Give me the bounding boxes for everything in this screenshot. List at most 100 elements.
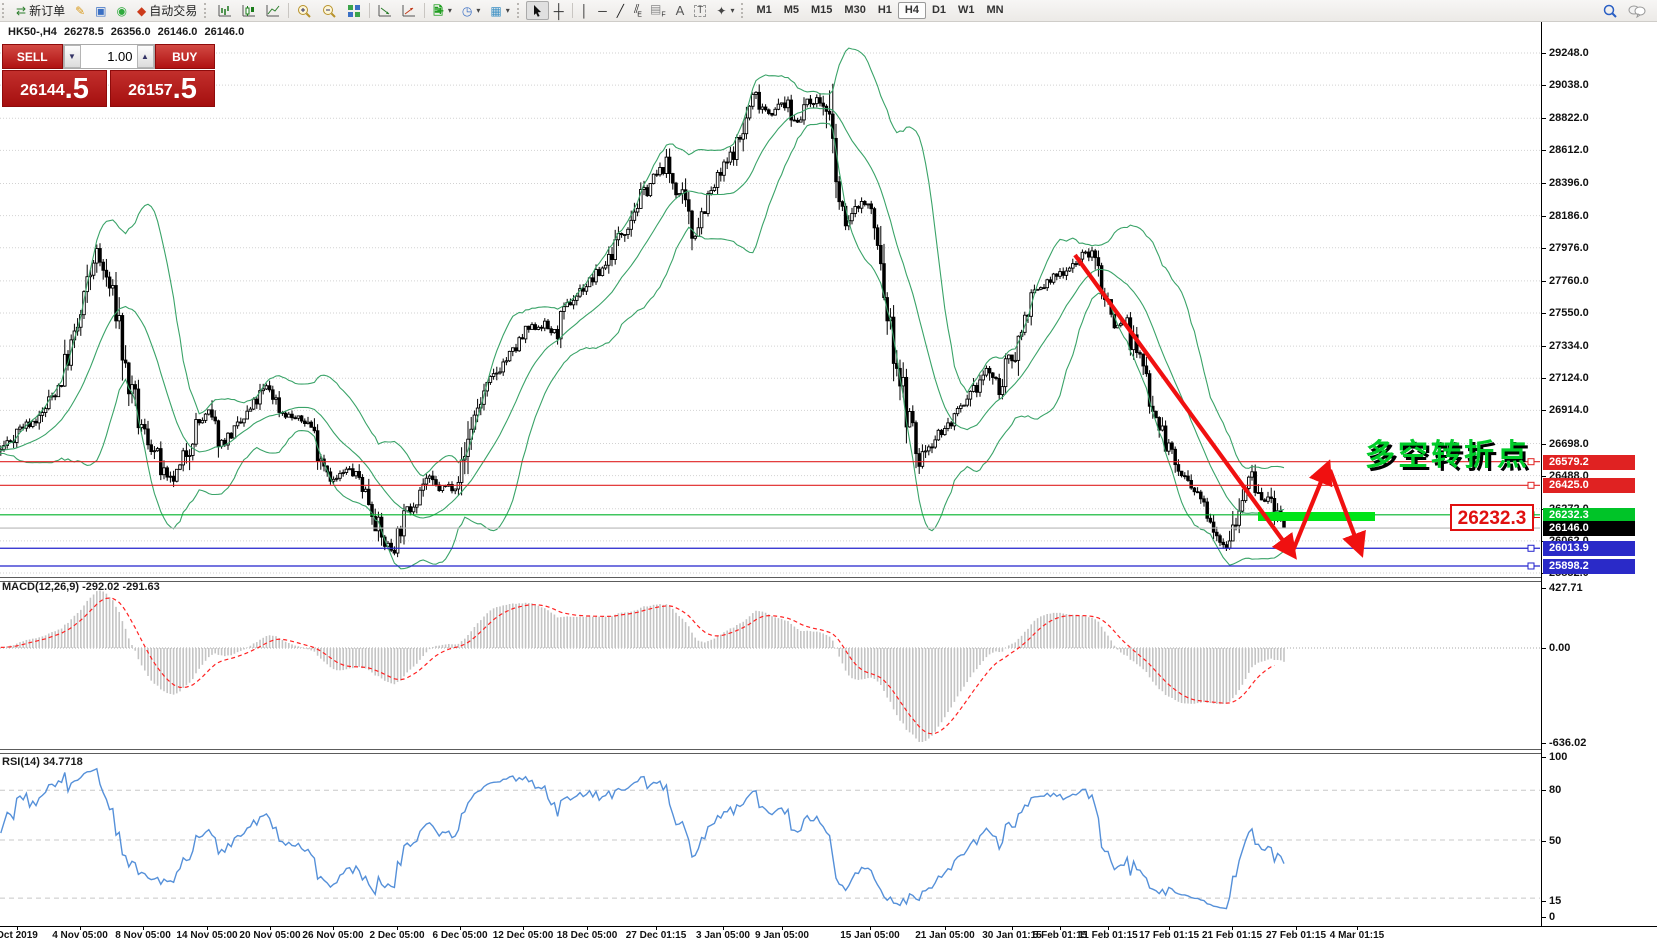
green-trend-bar[interactable]	[1258, 512, 1375, 521]
rsi-scale-tickmark	[1541, 917, 1546, 918]
price-tickmark	[1541, 248, 1546, 249]
candlestick-button[interactable]	[237, 1, 261, 20]
turning-point-annotation[interactable]: 多空转折点	[1365, 439, 1530, 472]
timeframe-m30[interactable]: M30	[838, 2, 871, 19]
time-tick-label: 15 Jan 05:00	[840, 930, 900, 941]
price-tickmark	[1541, 183, 1546, 184]
timeframe-mn[interactable]: MN	[981, 2, 1010, 19]
volume-input[interactable]	[81, 45, 137, 68]
zoom-out-button[interactable]	[317, 1, 342, 20]
profiles-button[interactable]: ▣	[90, 1, 111, 20]
price-tick-label: 27550.0	[1549, 307, 1589, 319]
chevron-down-icon: ▾	[730, 6, 734, 15]
volume-decrease-button[interactable]: ▼	[64, 45, 81, 68]
broadcast-button[interactable]: ◉	[111, 1, 131, 20]
chevron-down-icon: ▾	[506, 6, 510, 15]
rsi-line	[1, 769, 1284, 909]
sell-button[interactable]: SELL	[2, 44, 63, 69]
panel-separator[interactable]	[0, 749, 1541, 754]
price-tickmark	[1541, 378, 1546, 379]
price-tickmark	[1541, 118, 1546, 119]
rsi-scale-label: 80	[1549, 784, 1561, 796]
timeframe-m15[interactable]: M15	[805, 2, 838, 19]
timeframe-d1[interactable]: D1	[926, 2, 952, 19]
price-tick-label: 28612.0	[1549, 144, 1589, 156]
price-tickmark	[1541, 313, 1546, 314]
timeframe-w1[interactable]: W1	[952, 2, 981, 19]
bar-chart-icon	[218, 4, 232, 17]
trendline-button[interactable]: ╱	[612, 1, 629, 20]
crosshair-button[interactable]: ┼	[549, 1, 569, 20]
search-button[interactable]	[1598, 1, 1623, 20]
bar-chart-button[interactable]	[213, 1, 237, 20]
price-tick-label: 29038.0	[1549, 79, 1589, 91]
autotrade-button[interactable]: ◆ 自动交易	[132, 1, 202, 20]
autotrade-icon: ◆	[137, 5, 146, 17]
buy-button[interactable]: BUY	[155, 44, 216, 69]
price-chart[interactable]: 多空转折点多空转折点26232.3	[0, 22, 1657, 578]
search-icon	[1603, 4, 1618, 18]
price-tick-label: 27760.0	[1549, 275, 1589, 287]
indicator-list-button[interactable]	[397, 1, 421, 20]
clock-icon: ◷	[462, 5, 472, 17]
macd-scale-tickmark	[1541, 743, 1546, 744]
one-click-trading-panel: SELL ▼ ▲ BUY 26144.5 26157.5	[2, 44, 215, 108]
horizontal-line-button[interactable]: ─	[593, 1, 612, 20]
template-button[interactable]: ▦▾	[485, 1, 514, 20]
add-indicator-button[interactable]: 🗎+▾	[428, 1, 457, 20]
vertical-line-button[interactable]: │	[576, 1, 594, 20]
time-tick-label: 18 Dec 05:00	[557, 930, 618, 941]
chat-button[interactable]	[1623, 1, 1651, 20]
time-tick-label: 14 Nov 05:00	[176, 930, 237, 941]
indicator-window-button[interactable]	[373, 1, 397, 20]
arrows-icon: ✦	[716, 5, 726, 17]
timeframe-h4[interactable]: H4	[898, 2, 926, 19]
rsi-panel[interactable]	[0, 753, 1657, 926]
toolbar-grip	[741, 3, 748, 18]
period-button[interactable]: ◷▾	[457, 1, 486, 20]
timeframe-toolbar: M1M5M15M30H1H4D1W1MN	[750, 2, 1009, 19]
price-tickmark	[1541, 346, 1546, 347]
price-tickmark	[1541, 216, 1546, 217]
time-axis[interactable]: Oct 20194 Nov 05:008 Nov 05:0014 Nov 05:…	[0, 926, 1657, 944]
time-tick-label: Oct 2019	[0, 930, 38, 941]
timeframe-m1[interactable]: M1	[750, 2, 777, 19]
rsi-scale-tickmark	[1541, 901, 1546, 902]
timeframe-h1[interactable]: H1	[872, 2, 898, 19]
timeframe-m5[interactable]: M5	[778, 2, 805, 19]
macd-scale-label: 427.71	[1549, 582, 1583, 594]
horizontal-line-icon: ─	[598, 5, 607, 17]
fibonacci-button[interactable]: ▤F	[645, 1, 671, 20]
price-badge: 26013.9	[1543, 541, 1635, 556]
panel-separator[interactable]	[0, 577, 1541, 582]
cursor-button[interactable]	[526, 1, 549, 20]
price-tickmark	[1541, 53, 1546, 54]
toolbar-grip	[517, 3, 524, 18]
macd-panel[interactable]	[0, 581, 1657, 749]
line-chart-icon	[266, 4, 280, 17]
new-order-button[interactable]: ⇄ 新订单	[11, 1, 70, 20]
line-chart-button[interactable]	[261, 1, 285, 20]
highlighter-button[interactable]: ✎	[70, 1, 90, 20]
price-badge: 26146.0	[1543, 521, 1635, 536]
time-tick-label: 20 Nov 05:00	[239, 930, 300, 941]
channel-button[interactable]: ⫽E	[629, 1, 645, 20]
arrows-button[interactable]: ✦▾	[711, 1, 739, 20]
chevron-down-icon: ▾	[476, 6, 480, 15]
buy-price[interactable]: 26157.5	[110, 70, 215, 107]
sell-price[interactable]: 26144.5	[2, 70, 107, 107]
broadcast-icon: ◉	[116, 5, 126, 17]
candlestick-icon	[242, 4, 256, 17]
template-icon: ▦	[490, 5, 501, 17]
new-order-icon: ⇄	[16, 5, 26, 17]
tile-windows-button[interactable]	[342, 1, 366, 20]
price-tick-label: 27976.0	[1549, 242, 1589, 254]
text-label-button[interactable]: T	[689, 1, 711, 20]
indicator-list-icon	[402, 4, 416, 17]
candles	[0, 84, 1285, 557]
bollinger-bands	[0, 48, 1284, 569]
price-tick-label: 27124.0	[1549, 372, 1589, 384]
volume-increase-button[interactable]: ▲	[137, 45, 154, 68]
text-button[interactable]: A	[671, 1, 690, 20]
zoom-in-button[interactable]	[292, 1, 317, 20]
